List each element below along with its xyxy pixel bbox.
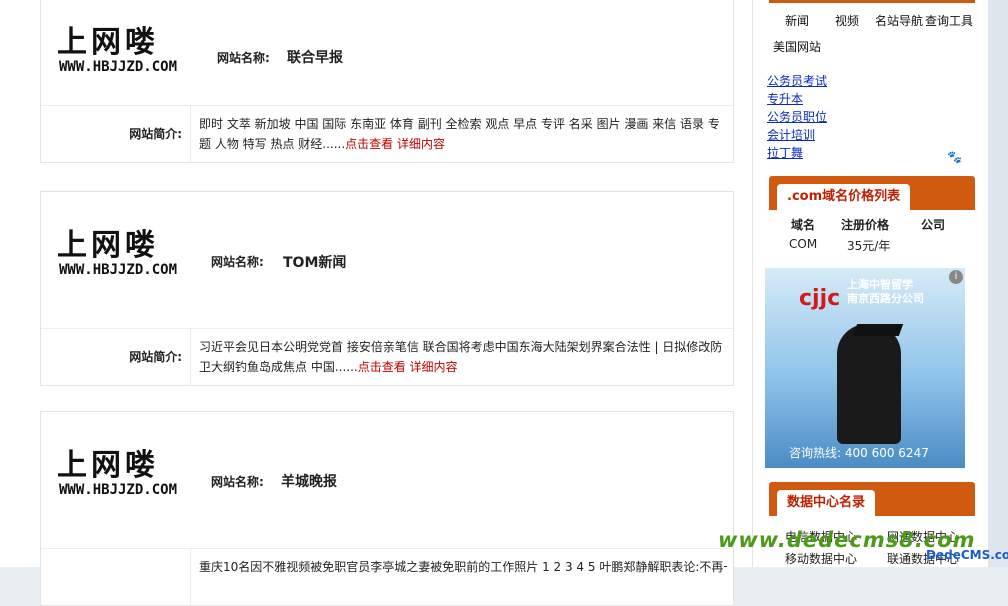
sidebar-link[interactable]: 会计培训 [767,126,827,144]
ad-header-line: 上海中智留学 [847,278,913,291]
intro-text: 习近平会见日本公明党党首 接安倍亲笔信 联合国将考虑中国东海大陆架划界案合法性 … [199,337,727,377]
ad-header-line: 南京西路分公司 [847,292,924,305]
site-logo[interactable]: 上网喽 WWW.HBJJZD.COM [55,220,177,284]
graduate-figure [837,324,901,444]
intro-label: 网站简介: [41,329,191,385]
intro-body: 习近平会见日本公明党党首 接安倍亲笔信 联合国将考虑中国东海大陆架划界案合法性 … [199,340,723,374]
intro-body: 即时 文萃 新加坡 中国 国际 东南亚 体育 副刊 全检索 观点 早点 专评 名… [199,117,720,151]
intro-text: 重庆10名因不雅视频被免职官员李亭城之妻被免职前的工作照片 1 2 3 4 5 … [199,557,727,577]
site-card-header: 上网喽 WWW.HBJJZD.COM 网站名称: 羊城晚报 [41,412,733,549]
nav-link-us-sites[interactable]: 美国网站 [773,38,821,55]
sidebar-link[interactable]: 拉丁舞 [767,144,827,162]
intro-text: 即时 文萃 新加坡 中国 国际 东南亚 体育 副刊 全检索 观点 早点 专评 名… [199,114,727,154]
ad-brand-logo: cjjc [799,286,841,311]
site-name-label: 网站名称: [217,51,270,65]
site-name-label: 网站名称: [211,255,264,269]
logo-en-text: WWW.HBJJZD.COM [59,482,178,498]
site-name-value[interactable]: TOM新闻 [283,252,346,272]
detail-link[interactable]: 详细内容 [397,137,445,151]
intro-label: 网站简介: [41,106,191,162]
intro-body: 重庆10名因不雅视频被免职官员李亭城之妻被免职前的工作照片 1 2 3 4 5 … [199,560,727,574]
sidebar-link[interactable]: 公务员职位 [767,108,827,126]
panel-header-bar: .com域名价格列表 [769,176,975,210]
table-header: 注册价格 [841,218,890,232]
sidebar-link[interactable]: 公务员考试 [767,72,827,90]
nav-link-tools[interactable]: 查询工具 [925,12,973,29]
sidebar-links: 公务员考试 专升本 公务员职位 会计培训 拉丁舞 [767,72,827,162]
table-header: 公司 [921,218,946,232]
logo-cn-text: 上网喽 [57,228,159,263]
view-link[interactable]: 点击查看 [358,360,406,374]
panel-header-bar: 数据中心名录 [769,482,975,516]
site-card: 上网喽 WWW.HBJJZD.COM 网站名称: 联合早报 网站简介: 即时 文… [40,0,734,163]
table-cell: COM [789,237,818,251]
nav-link-video[interactable]: 视频 [835,12,859,29]
site-card-intro: 重庆10名因不雅视频被免职官员李亭城之妻被免职前的工作照片 1 2 3 4 5 … [41,549,733,605]
panel-title: 数据中心名录 [777,490,876,516]
ad-hotline: 咨询热线: 400 600 6247 [789,446,929,460]
logo-en-text: WWW.HBJJZD.COM [59,262,178,278]
logo-en-text: WWW.HBJJZD.COM [59,59,178,75]
right-scroll-gutter [988,0,1008,567]
table-header: 域名 [791,218,816,232]
detail-link[interactable]: 详细内容 [410,360,458,374]
site-card-intro: 网站简介: 即时 文萃 新加坡 中国 国际 东南亚 体育 副刊 全检索 观点 早… [41,106,733,162]
site-name-value[interactable]: 联合早报 [287,47,343,67]
paw-icon[interactable]: 🐾 [947,150,963,164]
logo-cn-text: 上网喽 [57,448,159,483]
page: 上网喽 WWW.HBJJZD.COM 网站名称: 联合早报 网站简介: 即时 文… [0,0,1008,606]
ad-banner[interactable]: cjjc 上海中智留学 南京西路分公司 咨询热线: 400 600 6247 i [765,268,965,468]
site-card-intro: 网站简介: 习近平会见日本公明党党首 接安倍亲笔信 联合国将考虑中国东海大陆架划… [41,329,733,385]
sidebar-link[interactable]: 专升本 [767,90,827,108]
graduation-cap [852,324,904,336]
site-card: 上网喽 WWW.HBJJZD.COM 网站名称: TOM新闻 网站简介: 习近平… [40,191,734,386]
ad-info-icon[interactable]: i [949,270,963,284]
domain-price-panel: .com域名价格列表 域名 注册价格 公司 COM 35元/年 [769,176,975,256]
sidebar: 新闻 视频 名站导航 查询工具 美国网站 公务员考试 专升本 公务员职位 会计培… [752,0,981,567]
site-name-value[interactable]: 羊城晚报 [281,471,337,491]
site-name-label: 网站名称: [211,475,264,489]
panel-title: .com域名价格列表 [777,184,911,210]
table-cell: 35元/年 [847,239,891,253]
site-card: 上网喽 WWW.HBJJZD.COM 网站名称: 羊城晚报 重庆10名因不雅视频… [40,411,734,606]
data-center-item[interactable]: 移动数据中心 [785,550,857,568]
watermark-secondary: DedeCMS.com [926,548,1008,562]
nav-link-sites[interactable]: 名站导航 [875,12,923,29]
site-logo[interactable]: 上网喽 WWW.HBJJZD.COM [55,17,177,81]
left-gutter [0,0,20,567]
logo-cn-text: 上网喽 [57,25,159,60]
site-card-header: 上网喽 WWW.HBJJZD.COM 网站名称: TOM新闻 [41,192,733,329]
intro-label [41,549,191,605]
view-link[interactable]: 点击查看 [345,137,393,151]
site-logo[interactable]: 上网喽 WWW.HBJJZD.COM [55,440,177,504]
site-card-header: 上网喽 WWW.HBJJZD.COM 网站名称: 联合早报 [41,0,733,106]
ad-header: 上海中智留学 南京西路分公司 [847,278,924,306]
nav-link-news[interactable]: 新闻 [785,12,809,29]
top-tab-edge [769,0,975,3]
